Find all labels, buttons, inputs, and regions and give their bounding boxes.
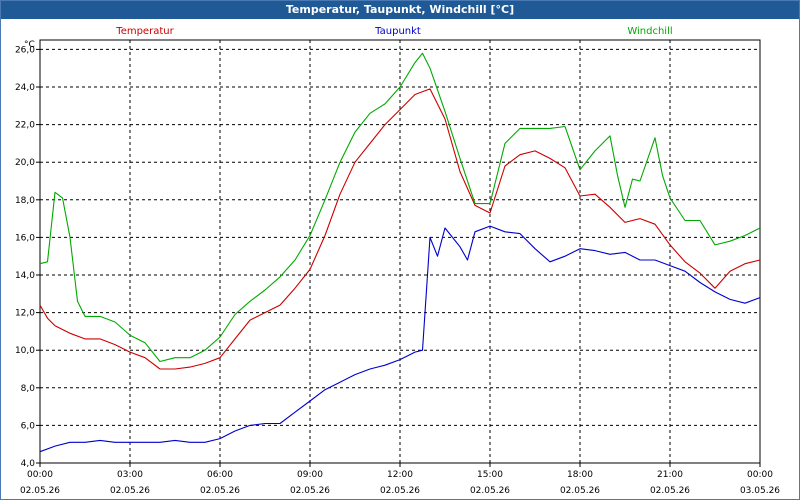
y-tick-label: 6,0 — [21, 421, 36, 431]
legend: Temperatur Taupunkt Windchill — [115, 26, 672, 37]
x-tick-date-label: 02.05.26 — [110, 486, 150, 496]
legend-entry-windchill: Windchill — [627, 26, 672, 37]
y-tick-label: 4,0 — [21, 459, 36, 469]
y-tick-label: 10,0 — [15, 346, 35, 356]
x-tick-time-label: 03:00 — [117, 470, 143, 480]
y-tick-label: 16,0 — [15, 233, 35, 243]
x-tick-date-label: 02.05.26 — [650, 486, 690, 496]
y-tick-label: 12,0 — [15, 309, 35, 319]
x-tick-time-label: 00:00 — [747, 470, 773, 480]
x-tick-time-label: 00:00 — [27, 470, 53, 480]
x-axis-ticks: 00:00 02.05.26 03:00 02.05.26 06:00 02.05.26 0… — [20, 463, 780, 496]
x-tick-date-label: 02.05.26 — [560, 486, 600, 496]
x-tick-time-label: 09:00 — [297, 470, 323, 480]
legend-entry-temperatur: Temperatur — [115, 26, 174, 37]
x-tick-date-label: 02.05.26 — [200, 486, 240, 496]
x-tick-time-label: 18:00 — [567, 470, 593, 480]
y-tick-label: 20,0 — [15, 158, 35, 168]
x-tick-date-label: 02.05.26 — [290, 486, 330, 496]
x-tick-time-label: 06:00 — [207, 470, 233, 480]
y-tick-label: 14,0 — [15, 271, 35, 281]
y-tick-label: 24,0 — [15, 83, 35, 93]
x-tick-time-label: 15:00 — [477, 470, 503, 480]
y-axis-ticks: 4,0 6,0 8,0 10,0 12,0 14,0 16,0 18,0 20,0 22,0 24,… — [15, 45, 40, 469]
y-tick-label: 8,0 — [21, 384, 36, 394]
series-line-taupunkt — [39, 225, 761, 453]
series-line-windchill — [39, 52, 761, 363]
x-tick-date-label: 03.05.26 — [740, 486, 780, 496]
x-tick-date-label: 02.05.26 — [20, 486, 60, 496]
x-tick-date-label: 02.05.26 — [380, 486, 420, 496]
grid-lines — [40, 40, 760, 464]
x-tick-time-label: 12:00 — [387, 470, 413, 480]
x-tick-date-label: 02.05.26 — [470, 486, 510, 496]
line-chart: 4,0 6,0 8,0 10,0 12,0 14,0 16,0 18,0 20,0 22,0 24,… — [15, 26, 780, 496]
legend-entry-taupunkt: Taupunkt — [374, 26, 421, 37]
x-tick-time-label: 21:00 — [657, 470, 683, 480]
y-tick-label: 22,0 — [15, 121, 35, 131]
y-axis-unit-label: °C — [24, 40, 35, 50]
y-tick-label: 18,0 — [15, 196, 35, 206]
